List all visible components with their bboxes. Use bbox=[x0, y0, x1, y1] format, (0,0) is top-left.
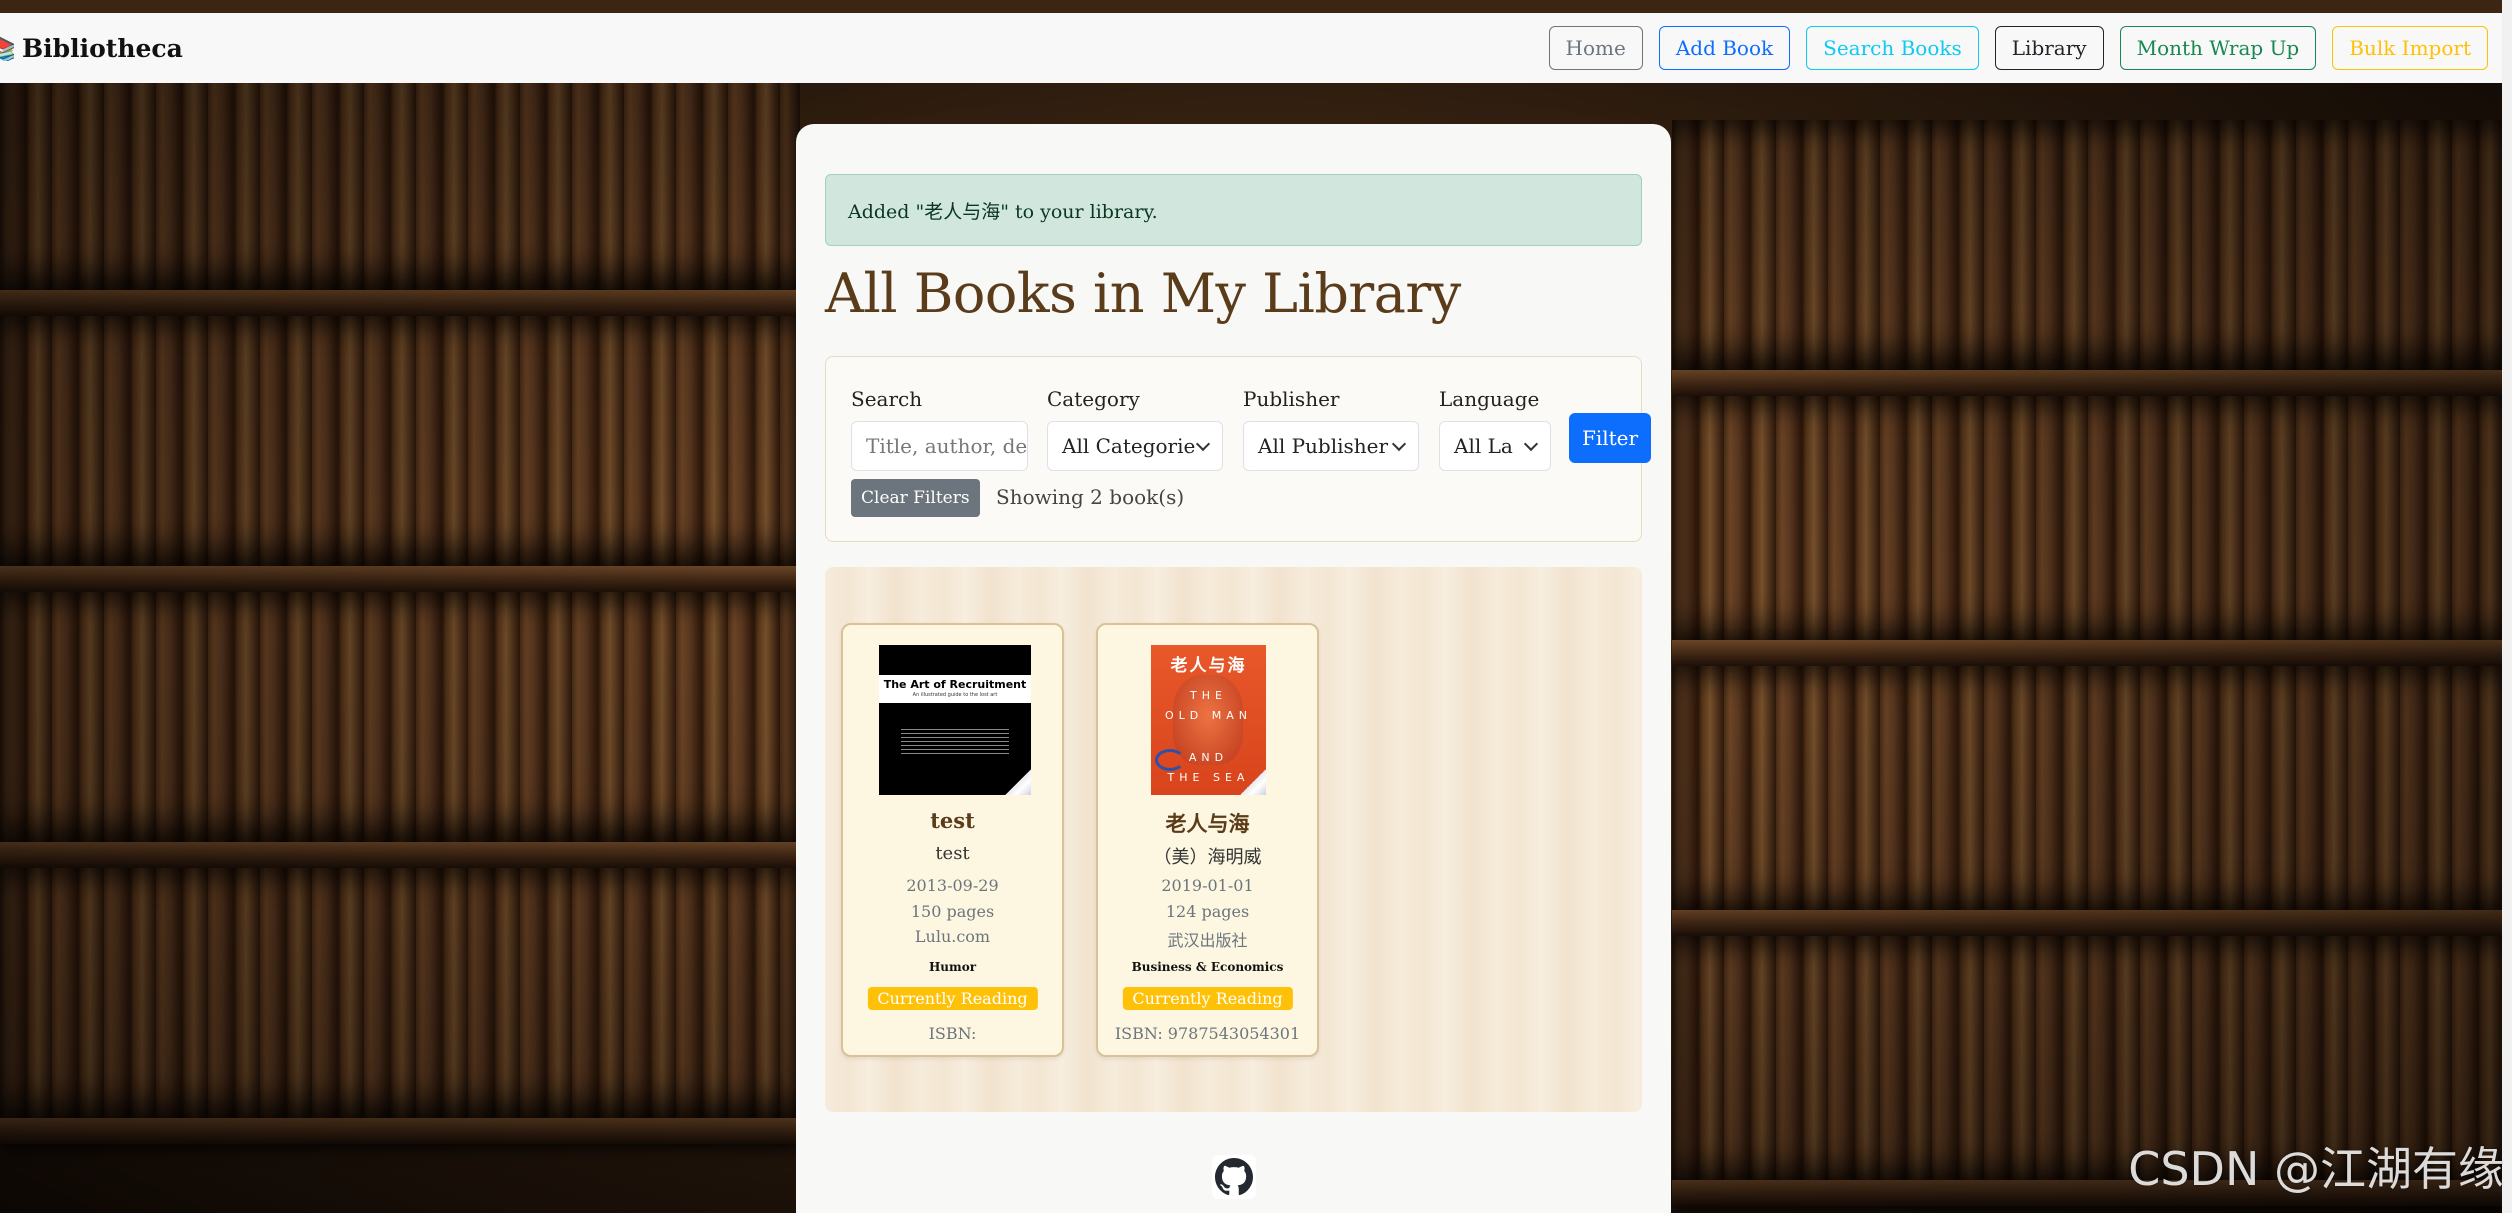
book-title[interactable]: test bbox=[843, 808, 1062, 833]
book-cover[interactable]: 老人与海 THE OLD MAN AND THE SEA bbox=[1151, 645, 1266, 795]
category-selected: All Categorie bbox=[1062, 434, 1196, 458]
top-strip bbox=[0, 0, 2512, 13]
search-input[interactable]: Title, author, de: bbox=[851, 421, 1028, 471]
book-author: （美）海明威 bbox=[1153, 847, 1262, 868]
publisher-select[interactable]: All Publisher bbox=[1243, 421, 1419, 471]
scrollbar-track[interactable] bbox=[2502, 0, 2512, 83]
status-badge: Currently Reading bbox=[1122, 987, 1293, 1010]
navbar: 📚 Bibliotheca Home Add Book Search Books… bbox=[0, 13, 2502, 83]
book-isbn: ISBN: 9787543054301 bbox=[1114, 1024, 1301, 1043]
cover-subtitle: An illustrated guide to the lost art bbox=[912, 692, 998, 698]
github-link[interactable] bbox=[1212, 1155, 1256, 1199]
cover-line: THE bbox=[1190, 689, 1227, 702]
success-alert: Added "老人与海" to your library. bbox=[825, 174, 1642, 246]
nav-library-button[interactable]: Library bbox=[1994, 26, 2104, 70]
filter-panel: Search Title, author, de: Category All C… bbox=[825, 356, 1651, 542]
book-category: Business & Economics bbox=[1131, 960, 1284, 974]
nav-bulk-import-button[interactable]: Bulk Import bbox=[2332, 26, 2488, 70]
publisher-label: Publisher bbox=[1243, 387, 1340, 411]
scrollbar-track-lower[interactable] bbox=[2502, 83, 2512, 1213]
books-grid: The Art of Recruitment An illustrated gu… bbox=[825, 567, 1642, 1112]
language-selected: All La bbox=[1454, 434, 1513, 458]
book-publisher: Lulu.com bbox=[914, 927, 991, 946]
cover-line: OLD MAN bbox=[1165, 709, 1252, 722]
page-title: All Books in My Library bbox=[825, 262, 1461, 325]
book-date: 2013-09-29 bbox=[906, 876, 999, 895]
nav-search-books-button[interactable]: Search Books bbox=[1806, 26, 1979, 70]
page-curl-icon bbox=[1005, 769, 1031, 795]
brand-name: Bibliotheca bbox=[22, 33, 183, 63]
book-card[interactable]: 老人与海 THE OLD MAN AND THE SEA 老人与海 （美）海明威… bbox=[1096, 623, 1319, 1057]
chevron-down-icon bbox=[1523, 436, 1539, 452]
book-date: 2019-01-01 bbox=[1161, 876, 1254, 895]
status-badge: Currently Reading bbox=[867, 987, 1038, 1010]
publisher-selected: All Publisher bbox=[1258, 434, 1389, 458]
alert-message: Added "老人与海" to your library. bbox=[848, 200, 1158, 223]
result-count: Showing 2 book(s) bbox=[996, 485, 1185, 509]
book-card[interactable]: The Art of Recruitment An illustrated gu… bbox=[841, 623, 1064, 1057]
watermark: CSDN @江湖有缘 bbox=[2128, 1142, 2504, 1196]
nav-links: Home Add Book Search Books Library Month… bbox=[1548, 26, 2488, 70]
book-publisher: 武汉出版社 bbox=[1167, 931, 1248, 950]
category-label: Category bbox=[1047, 387, 1140, 411]
filter-button[interactable]: Filter bbox=[1569, 413, 1651, 463]
book-author: test bbox=[935, 843, 970, 864]
chevron-down-icon bbox=[1195, 436, 1211, 452]
chevron-down-icon bbox=[1391, 436, 1407, 452]
cover-title: The Art of Recruitment bbox=[883, 678, 1027, 691]
github-icon bbox=[1215, 1158, 1253, 1196]
nav-home-button[interactable]: Home bbox=[1548, 26, 1643, 70]
book-cover[interactable]: The Art of Recruitment An illustrated gu… bbox=[879, 645, 1031, 795]
nav-month-wrap-up-button[interactable]: Month Wrap Up bbox=[2119, 26, 2317, 70]
book-isbn: ISBN: bbox=[928, 1024, 977, 1043]
nav-add-book-button[interactable]: Add Book bbox=[1658, 26, 1791, 70]
language-select[interactable]: All La bbox=[1439, 421, 1551, 471]
main-container: Added "老人与海" to your library. All Books … bbox=[796, 124, 1671, 1213]
page-curl-icon bbox=[1240, 769, 1266, 795]
category-select[interactable]: All Categorie bbox=[1047, 421, 1223, 471]
book-category: Humor bbox=[928, 960, 977, 974]
cover-title-cn: 老人与海 bbox=[1170, 656, 1247, 676]
book-title[interactable]: 老人与海 bbox=[1098, 808, 1317, 838]
search-label: Search bbox=[851, 387, 923, 411]
book-icon: 📚 bbox=[0, 35, 14, 61]
clear-filters-button[interactable]: Clear Filters bbox=[851, 479, 980, 517]
book-pages: 124 pages bbox=[1165, 902, 1250, 921]
language-label: Language bbox=[1439, 387, 1540, 411]
book-pages: 150 pages bbox=[910, 902, 995, 921]
brand-link[interactable]: 📚 Bibliotheca bbox=[0, 34, 183, 63]
